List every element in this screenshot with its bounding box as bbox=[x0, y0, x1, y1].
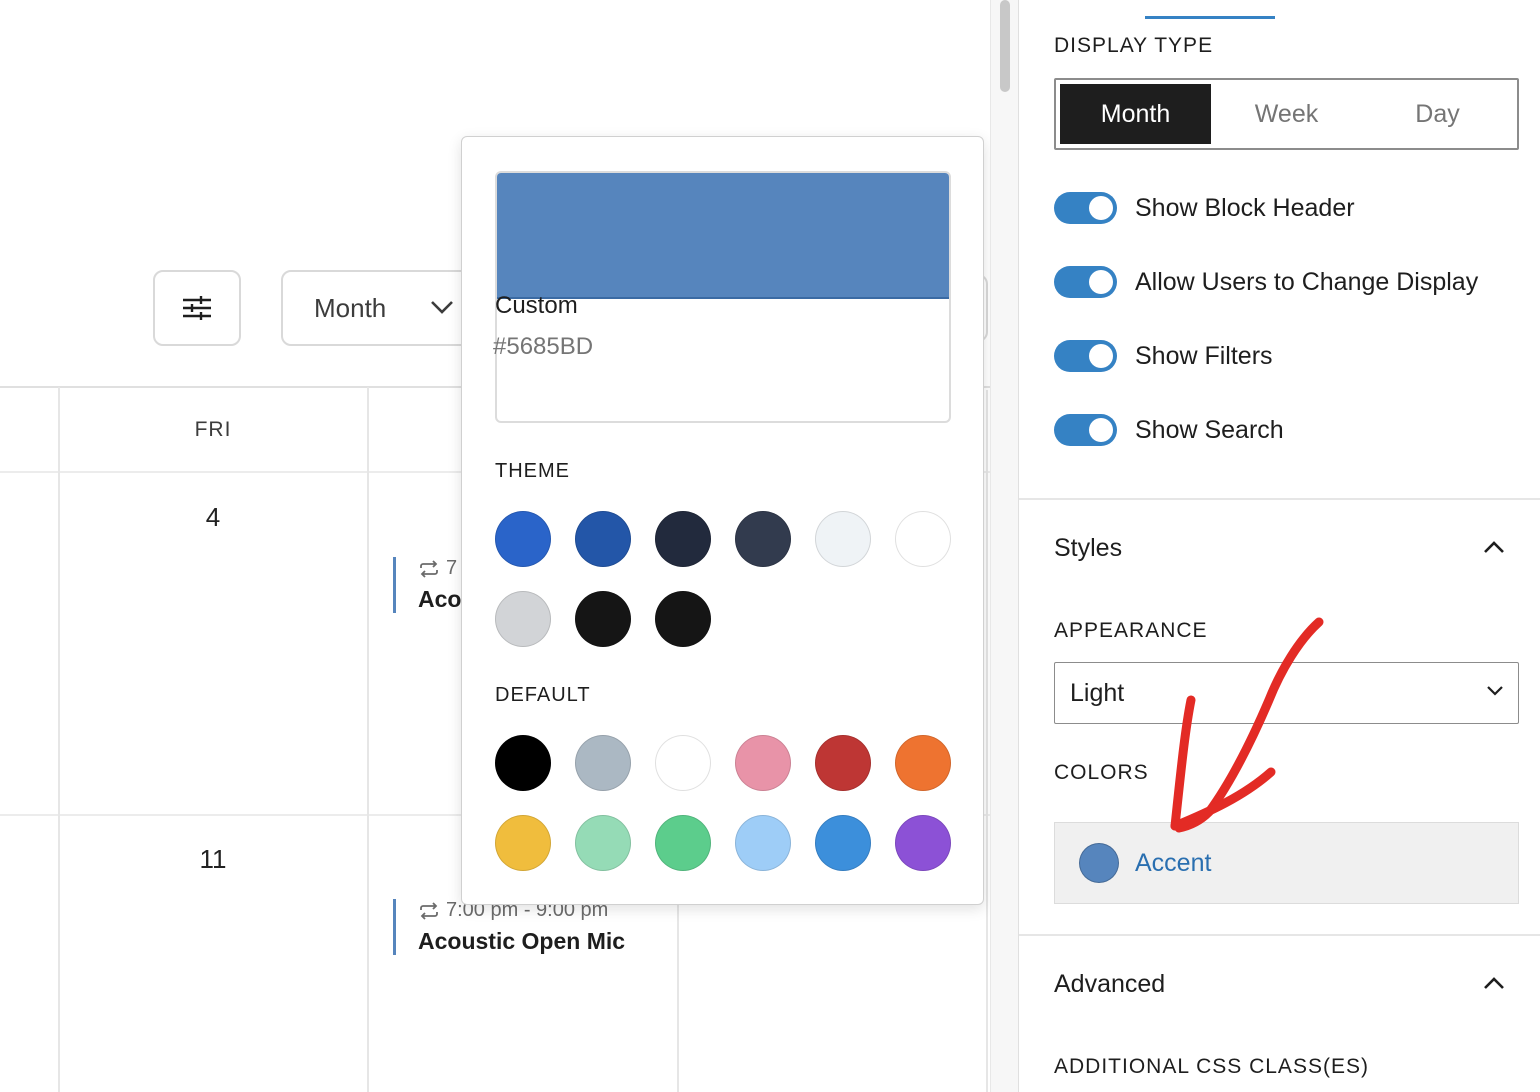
repeat-icon bbox=[420, 901, 438, 920]
display-type-day[interactable]: Day bbox=[1362, 84, 1513, 144]
toggle-show-block-header[interactable]: Show Block Header bbox=[1054, 192, 1355, 224]
display-type-label: DISPLAY TYPE bbox=[1054, 34, 1214, 57]
repeat-icon bbox=[420, 559, 438, 578]
scrollbar-thumb[interactable] bbox=[1000, 0, 1010, 92]
color-swatch-option[interactable] bbox=[895, 735, 951, 791]
day-header: FRI bbox=[194, 418, 232, 441]
color-swatch-option[interactable] bbox=[495, 591, 551, 647]
current-color-name: Custom bbox=[495, 292, 578, 319]
display-type-control: Month Week Day bbox=[1054, 78, 1519, 150]
color-swatch-option[interactable] bbox=[495, 511, 551, 567]
theme-palette-heading: THEME bbox=[495, 460, 570, 482]
accent-color-indicator bbox=[1079, 843, 1119, 883]
display-type-week[interactable]: Week bbox=[1211, 84, 1362, 144]
toggle-switch[interactable] bbox=[1054, 192, 1117, 224]
chevron-up-icon[interactable] bbox=[1481, 970, 1507, 996]
color-swatch-option[interactable] bbox=[655, 591, 711, 647]
color-swatch-option[interactable] bbox=[575, 735, 631, 791]
settings-sidebar: DISPLAY TYPE Month Week Day Show Block H… bbox=[1018, 0, 1540, 1092]
toggle-show-filters[interactable]: Show Filters bbox=[1054, 340, 1273, 372]
color-swatch-option[interactable] bbox=[575, 511, 631, 567]
grid-line bbox=[58, 387, 60, 1092]
color-swatch-option[interactable] bbox=[815, 511, 871, 567]
canvas-scrollbar[interactable] bbox=[990, 0, 1018, 1092]
panel-divider bbox=[1019, 498, 1540, 500]
color-swatch-option[interactable] bbox=[575, 815, 631, 871]
day-number: 4 bbox=[205, 502, 221, 532]
grid-line bbox=[986, 390, 988, 1092]
color-swatch-option[interactable] bbox=[895, 511, 951, 567]
default-palette-heading: DEFAULT bbox=[495, 684, 591, 706]
color-swatch-option[interactable] bbox=[735, 511, 791, 567]
accent-color-button[interactable]: Accent bbox=[1054, 822, 1519, 904]
event-title: Acoustic Open Mic bbox=[418, 928, 626, 954]
current-color-hex[interactable]: #5685BD bbox=[493, 333, 593, 361]
toggle-switch[interactable] bbox=[1054, 414, 1117, 446]
toggle-label: Show Search bbox=[1135, 415, 1284, 444]
appearance-value: Light bbox=[1070, 678, 1125, 707]
day-number: 11 bbox=[199, 844, 227, 874]
color-swatch-option[interactable] bbox=[655, 815, 711, 871]
toggle-allow-change-display[interactable]: Allow Users to Change Display bbox=[1054, 266, 1478, 298]
panel-divider bbox=[1019, 934, 1540, 936]
view-select-value: Month bbox=[314, 292, 387, 323]
toggle-label: Show Filters bbox=[1135, 341, 1273, 370]
filters-button[interactable] bbox=[153, 270, 241, 346]
grid-line bbox=[367, 387, 369, 1092]
chevron-up-icon[interactable] bbox=[1481, 534, 1507, 560]
current-color-swatch[interactable] bbox=[497, 173, 949, 299]
color-swatch-option[interactable] bbox=[735, 735, 791, 791]
chevron-down-icon bbox=[1487, 686, 1503, 696]
appearance-label: APPEARANCE bbox=[1054, 619, 1208, 642]
sliders-icon bbox=[183, 296, 211, 320]
toggle-label: Allow Users to Change Display bbox=[1135, 267, 1479, 296]
editor-canvas: Month FRI 4 11 7 Aco 7:00 pm - 9:00 pm A… bbox=[0, 0, 990, 1092]
color-swatch-option[interactable] bbox=[495, 815, 551, 871]
accent-color-label: Accent bbox=[1135, 848, 1212, 877]
color-swatch-option[interactable] bbox=[495, 735, 551, 791]
color-swatch-option[interactable] bbox=[655, 511, 711, 567]
toggle-switch[interactable] bbox=[1054, 266, 1117, 298]
event-item[interactable]: 7 Aco bbox=[393, 557, 461, 613]
color-picker-popover: Custom #5685BD THEME DEFAULT bbox=[461, 136, 984, 905]
appearance-select[interactable]: Light bbox=[1054, 662, 1519, 724]
css-classes-label: ADDITIONAL CSS CLASS(ES) bbox=[1054, 1055, 1369, 1078]
active-tab-indicator bbox=[1145, 16, 1275, 19]
view-select[interactable]: Month bbox=[281, 270, 481, 346]
colors-label: COLORS bbox=[1054, 761, 1149, 784]
display-type-month[interactable]: Month bbox=[1060, 84, 1211, 144]
event-title: Aco bbox=[418, 586, 462, 612]
color-swatch-option[interactable] bbox=[815, 735, 871, 791]
styles-panel-title[interactable]: Styles bbox=[1054, 534, 1122, 563]
event-time: 7 bbox=[446, 557, 458, 579]
advanced-panel-title[interactable]: Advanced bbox=[1054, 970, 1165, 999]
color-swatch-option[interactable] bbox=[815, 815, 871, 871]
toggle-switch[interactable] bbox=[1054, 340, 1117, 372]
event-item[interactable]: 7:00 pm - 9:00 pm Acoustic Open Mic bbox=[393, 899, 625, 955]
color-swatch-option[interactable] bbox=[655, 735, 711, 791]
chevron-down-icon bbox=[431, 301, 453, 314]
color-swatch-option[interactable] bbox=[735, 815, 791, 871]
toggle-show-search[interactable]: Show Search bbox=[1054, 414, 1284, 446]
color-swatch-option[interactable] bbox=[575, 591, 631, 647]
toggle-label: Show Block Header bbox=[1135, 193, 1355, 222]
color-swatch-option[interactable] bbox=[895, 815, 951, 871]
